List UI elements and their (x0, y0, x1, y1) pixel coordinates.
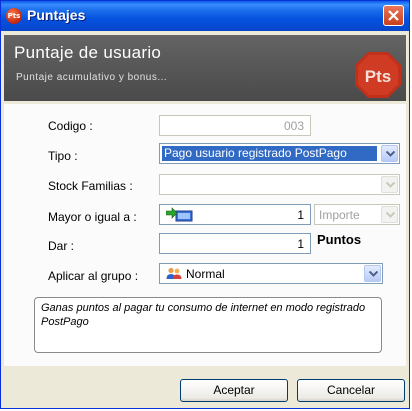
mayor-value: 1 (297, 208, 304, 222)
dialog-window: Pts Puntajes Puntaje de usuario Puntaje … (0, 0, 410, 409)
dar-input[interactable]: 1 (159, 233, 311, 254)
description-text[interactable]: Ganas puntos al pagar tu consumo de inte… (34, 297, 382, 353)
puntos-label: Puntos (317, 232, 362, 247)
grupo-dropdown-button[interactable] (364, 265, 381, 282)
tipo-dropdown-button[interactable] (381, 145, 398, 162)
chevron-down-icon (369, 271, 378, 277)
grupo-value: Normal (186, 267, 225, 281)
users-group-icon (166, 267, 182, 279)
chevron-down-icon (386, 151, 395, 157)
mayor-label: Mayor o igual a : (48, 210, 137, 224)
app-icon: Pts (6, 8, 22, 24)
stock-dropdown-button[interactable] (381, 176, 398, 193)
stock-label: Stock Familias : (48, 179, 133, 193)
close-icon (388, 10, 399, 21)
importe-value: Importe (319, 208, 360, 222)
tipo-label: Tipo : (48, 149, 78, 163)
dialog-header: Puntaje de usuario Puntaje acumulativo y… (4, 35, 406, 101)
logo-text: Pts (365, 67, 391, 86)
codigo-field[interactable]: 003 (159, 115, 311, 136)
dar-value: 1 (297, 237, 304, 251)
stock-select[interactable] (159, 174, 400, 195)
window-title: Puntajes (27, 7, 86, 23)
chevron-down-icon (386, 212, 395, 218)
header-subtitle: Puntaje acumulativo y bonus... (16, 72, 168, 83)
title-bar[interactable]: Pts Puntajes (1, 1, 409, 31)
cancel-button[interactable]: Cancelar (297, 379, 405, 402)
tipo-selected-value: Pago usuario registrado PostPago (162, 146, 377, 161)
importe-dropdown-button[interactable] (381, 206, 398, 223)
accept-button[interactable]: Aceptar (180, 379, 288, 402)
codigo-value: 003 (283, 119, 304, 133)
header-title: Puntaje de usuario (14, 43, 162, 62)
tipo-select[interactable]: Pago usuario registrado PostPago (159, 143, 400, 164)
importe-select[interactable]: Importe (314, 204, 400, 225)
grupo-label: Aplicar al grupo : (48, 269, 139, 283)
close-button[interactable] (383, 5, 404, 26)
mayor-input[interactable]: 1 (159, 204, 311, 225)
pts-logo-icon: Pts (355, 52, 401, 98)
dar-label: Dar : (48, 239, 75, 253)
grupo-select[interactable]: Normal (159, 263, 383, 284)
transfer-icon (166, 207, 193, 222)
chevron-down-icon (386, 182, 395, 188)
codigo-label: Codigo : (48, 119, 93, 133)
